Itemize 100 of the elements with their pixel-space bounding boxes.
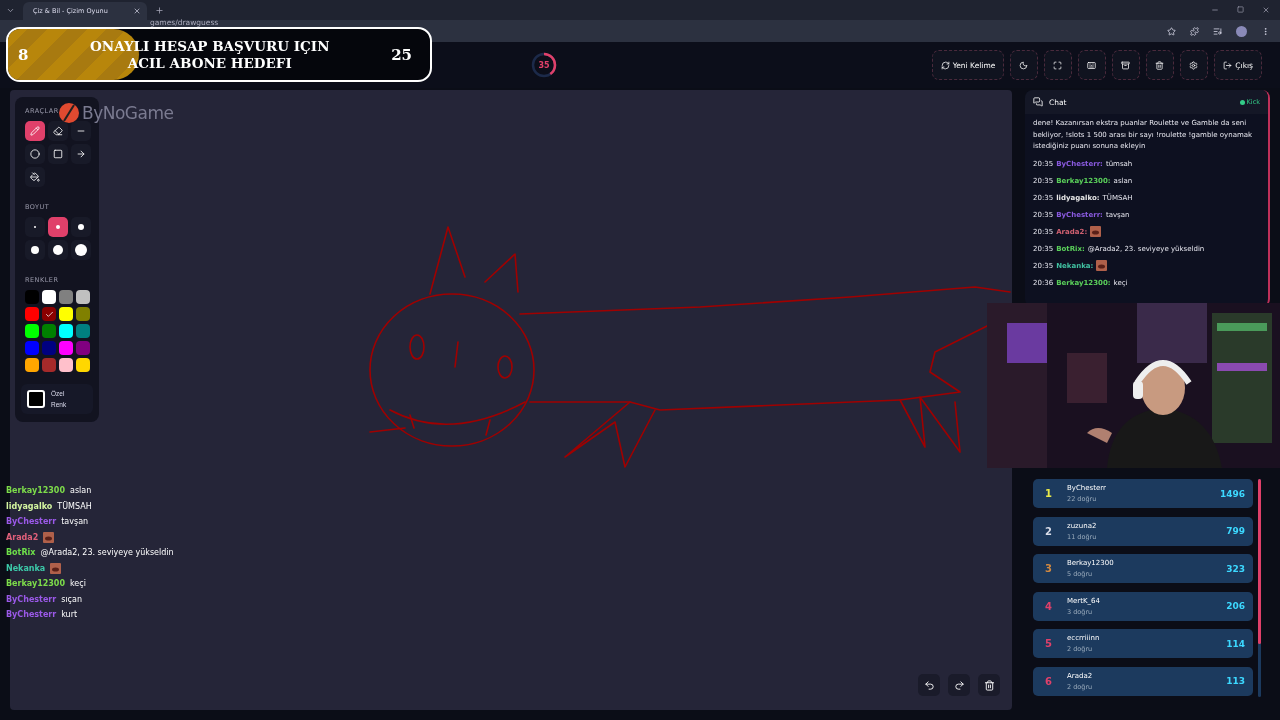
brush-size-button[interactable] bbox=[71, 240, 91, 260]
scrollbar[interactable] bbox=[1258, 479, 1261, 697]
clear-button[interactable] bbox=[978, 674, 1000, 696]
fullscreen-icon bbox=[1053, 60, 1063, 70]
player-score: 323 bbox=[1226, 563, 1245, 574]
keyboard-button[interactable] bbox=[1078, 50, 1107, 80]
rank-number: 4 bbox=[1045, 600, 1053, 612]
avatar-icon[interactable] bbox=[1236, 25, 1247, 37]
color-swatch[interactable] bbox=[76, 307, 90, 321]
refresh-icon bbox=[940, 60, 950, 70]
chat-message: kurt bbox=[61, 610, 78, 619]
logout-icon bbox=[1223, 60, 1233, 70]
color-swatch[interactable] bbox=[76, 358, 90, 372]
undo-button[interactable] bbox=[918, 674, 940, 696]
brush-size-button[interactable] bbox=[25, 240, 45, 260]
color-swatch[interactable] bbox=[42, 358, 56, 372]
redo-icon bbox=[953, 679, 965, 691]
status-dot bbox=[1239, 99, 1245, 105]
emote-icon bbox=[1096, 260, 1108, 271]
tool-button[interactable] bbox=[71, 144, 91, 164]
close-icon[interactable] bbox=[1262, 6, 1270, 14]
color-swatch[interactable] bbox=[25, 290, 39, 304]
brush-size-button[interactable] bbox=[71, 217, 91, 237]
brush-size-button[interactable] bbox=[48, 217, 68, 237]
settings-icon bbox=[1189, 60, 1199, 70]
emote-icon bbox=[43, 531, 55, 543]
archive-button[interactable] bbox=[1112, 50, 1141, 80]
color-swatch[interactable] bbox=[76, 290, 90, 304]
maximize-icon[interactable] bbox=[1237, 6, 1244, 13]
settings-button[interactable] bbox=[1180, 50, 1209, 80]
chat-message: @Arada2, 23. seviyeye yükseldin bbox=[40, 548, 174, 557]
player-score: 1496 bbox=[1219, 488, 1245, 499]
arrow-icon bbox=[76, 149, 86, 159]
redo-button[interactable] bbox=[948, 674, 970, 696]
color-swatch[interactable] bbox=[42, 341, 56, 355]
size-dot-icon bbox=[31, 246, 39, 254]
timer-value: 35 bbox=[538, 60, 550, 70]
trash-icon bbox=[983, 679, 995, 691]
chat-message: tavşan bbox=[61, 517, 89, 526]
player-score: 799 bbox=[1226, 526, 1245, 536]
new-tab-icon[interactable] bbox=[155, 5, 164, 15]
chat-message: keçi bbox=[70, 579, 86, 588]
player-score: 114 bbox=[1226, 638, 1245, 649]
tool-button[interactable] bbox=[48, 121, 68, 141]
color-swatch[interactable] bbox=[59, 358, 73, 372]
brush-size-button[interactable] bbox=[48, 240, 68, 260]
media-icon[interactable] bbox=[1213, 26, 1222, 36]
color-swatch[interactable] bbox=[59, 324, 73, 338]
rank-number: 3 bbox=[1045, 563, 1053, 574]
color-swatch[interactable] bbox=[25, 358, 39, 372]
menu-icon[interactable] bbox=[1261, 26, 1270, 36]
check-icon bbox=[44, 309, 54, 319]
archive-icon bbox=[1121, 60, 1131, 70]
tool-button[interactable] bbox=[48, 144, 68, 164]
timer-ring bbox=[530, 51, 558, 79]
size-dot-icon bbox=[56, 225, 60, 229]
chat-message: TÜMSAH bbox=[57, 501, 92, 511]
pencil-icon bbox=[30, 126, 40, 136]
rank-number: 1 bbox=[1045, 488, 1053, 499]
logo-icon bbox=[58, 102, 80, 124]
size-dot-icon bbox=[78, 224, 84, 230]
color-swatch[interactable] bbox=[76, 324, 90, 338]
trash-icon bbox=[1155, 60, 1165, 70]
eraser-icon bbox=[53, 126, 63, 136]
tool-button[interactable] bbox=[25, 167, 45, 187]
size-dot-icon bbox=[75, 244, 87, 256]
color-swatch[interactable] bbox=[59, 307, 73, 321]
player-score: 206 bbox=[1226, 601, 1245, 611]
square-icon bbox=[53, 149, 63, 159]
chat-message: aslan bbox=[70, 486, 92, 495]
bookmark-star-icon[interactable] bbox=[1167, 26, 1176, 36]
color-swatch[interactable] bbox=[25, 341, 39, 355]
goal-current: 8 bbox=[18, 45, 29, 64]
moon-button[interactable] bbox=[1010, 50, 1039, 80]
tool-button[interactable] bbox=[25, 144, 45, 164]
extensions-icon[interactable] bbox=[1190, 26, 1199, 36]
color-swatch[interactable] bbox=[42, 324, 56, 338]
rank-number: 2 bbox=[1045, 525, 1053, 537]
moon-icon bbox=[1019, 60, 1029, 70]
color-swatch[interactable] bbox=[59, 290, 73, 304]
trash-button[interactable] bbox=[1146, 50, 1175, 80]
chat-icon bbox=[1033, 97, 1043, 107]
expand-button[interactable] bbox=[1044, 50, 1073, 80]
color-swatch[interactable] bbox=[25, 324, 39, 338]
emote-icon bbox=[1090, 226, 1102, 237]
circle-icon bbox=[30, 149, 40, 159]
color-swatch[interactable] bbox=[25, 307, 39, 321]
rank-number: 6 bbox=[1045, 675, 1053, 687]
emote-icon bbox=[50, 562, 62, 574]
keyboard-icon bbox=[1087, 60, 1097, 70]
logo-text: ByNoGame bbox=[82, 103, 174, 123]
color-swatch[interactable] bbox=[76, 341, 90, 355]
tool-button[interactable] bbox=[71, 121, 91, 141]
color-preview bbox=[27, 390, 45, 409]
size-dot-icon bbox=[53, 245, 63, 255]
color-swatch[interactable] bbox=[42, 290, 56, 304]
color-swatch[interactable] bbox=[59, 341, 73, 355]
tool-button[interactable] bbox=[25, 121, 45, 141]
rank-number: 5 bbox=[1045, 638, 1053, 649]
color-swatch[interactable] bbox=[42, 307, 56, 321]
